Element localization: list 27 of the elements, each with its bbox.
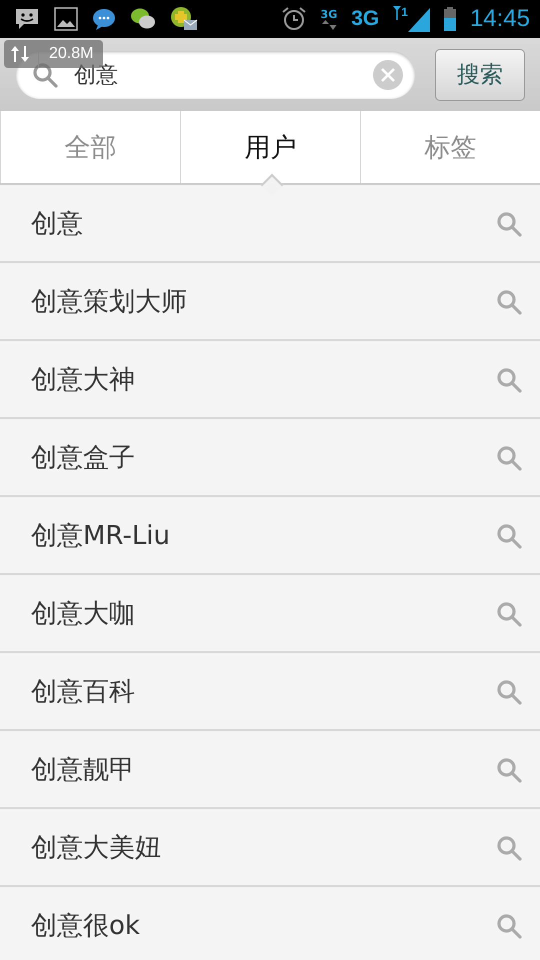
signal-icon <box>408 6 430 32</box>
search-icon <box>496 678 522 704</box>
data-arrows-icon <box>320 20 337 30</box>
search-icon <box>496 600 522 626</box>
sim-number: 1 <box>401 6 408 18</box>
search-icon <box>496 834 522 860</box>
chat-bubbles-icon <box>130 7 156 31</box>
search-icon <box>496 522 522 548</box>
search-icon <box>496 444 522 470</box>
message-bubble-icon <box>92 7 116 31</box>
antenna-icon <box>393 6 402 20</box>
network-type: 3G <box>320 8 338 20</box>
clear-icon[interactable] <box>373 60 403 90</box>
network-type: 3G <box>351 7 380 31</box>
search-icon <box>496 912 522 938</box>
clock-time: 14:45 <box>470 5 530 33</box>
search-button[interactable]: 搜索 <box>435 48 525 100</box>
chat-face-icon <box>14 6 40 32</box>
search-icon <box>496 756 522 782</box>
mail-plus-icon <box>170 6 198 32</box>
up-down-arrows-icon <box>10 45 30 63</box>
search-icon <box>496 288 522 314</box>
image-icon <box>54 7 78 31</box>
search-icon <box>496 210 522 236</box>
alarm-clock-icon <box>280 6 307 32</box>
battery-icon <box>444 7 456 31</box>
search-icon <box>496 366 522 392</box>
